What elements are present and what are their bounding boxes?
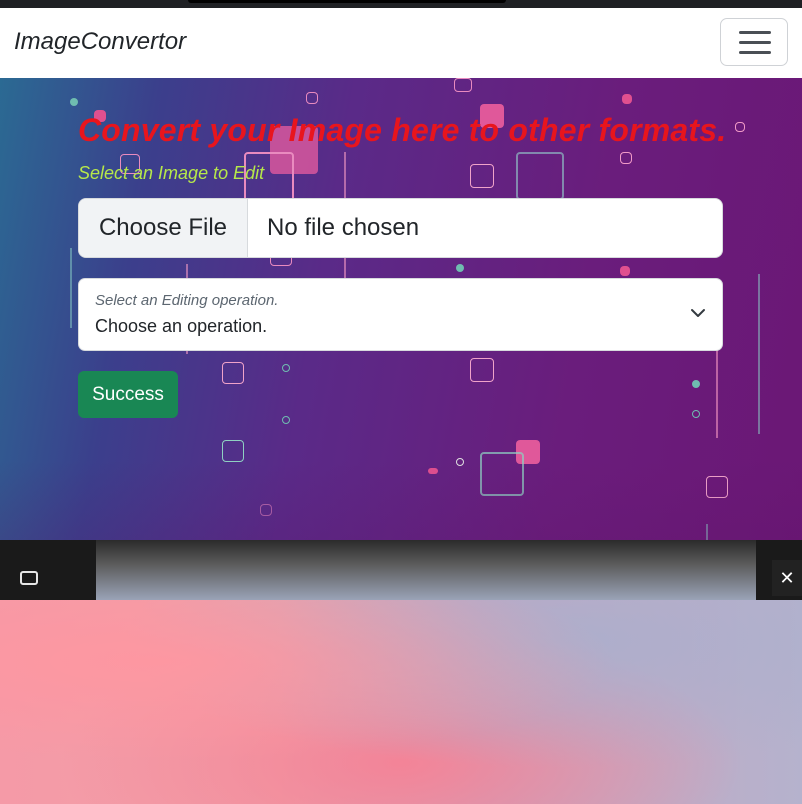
file-input-label: Select an Image to Edit xyxy=(78,163,265,183)
navbar-toggle-button[interactable] xyxy=(720,18,788,66)
background-image xyxy=(0,600,802,804)
file-input[interactable]: Choose File No file chosen xyxy=(78,198,723,258)
choose-file-button[interactable]: Choose File xyxy=(79,199,248,257)
operation-select-label: Select an Editing operation. xyxy=(95,292,279,309)
overlay-band xyxy=(0,540,802,600)
operation-select[interactable]: Select an Editing operation. Choose an o… xyxy=(78,278,723,351)
top-notch xyxy=(188,0,506,3)
chevron-down-icon xyxy=(691,309,705,317)
overlay-brush-texture xyxy=(96,540,756,600)
page-headline: Convert your Image here to other formats… xyxy=(78,112,727,148)
picture-in-picture-icon[interactable] xyxy=(20,571,38,585)
browser-top-strip xyxy=(0,0,802,8)
navbar-brand[interactable]: ImageConvertor xyxy=(14,28,186,56)
close-icon[interactable]: ✕ xyxy=(772,560,802,596)
file-status-text: No file chosen xyxy=(267,214,420,241)
navbar: ImageConvertor xyxy=(0,8,802,78)
success-button[interactable]: Success xyxy=(78,371,178,418)
operation-select-value: Choose an operation. xyxy=(95,316,268,336)
